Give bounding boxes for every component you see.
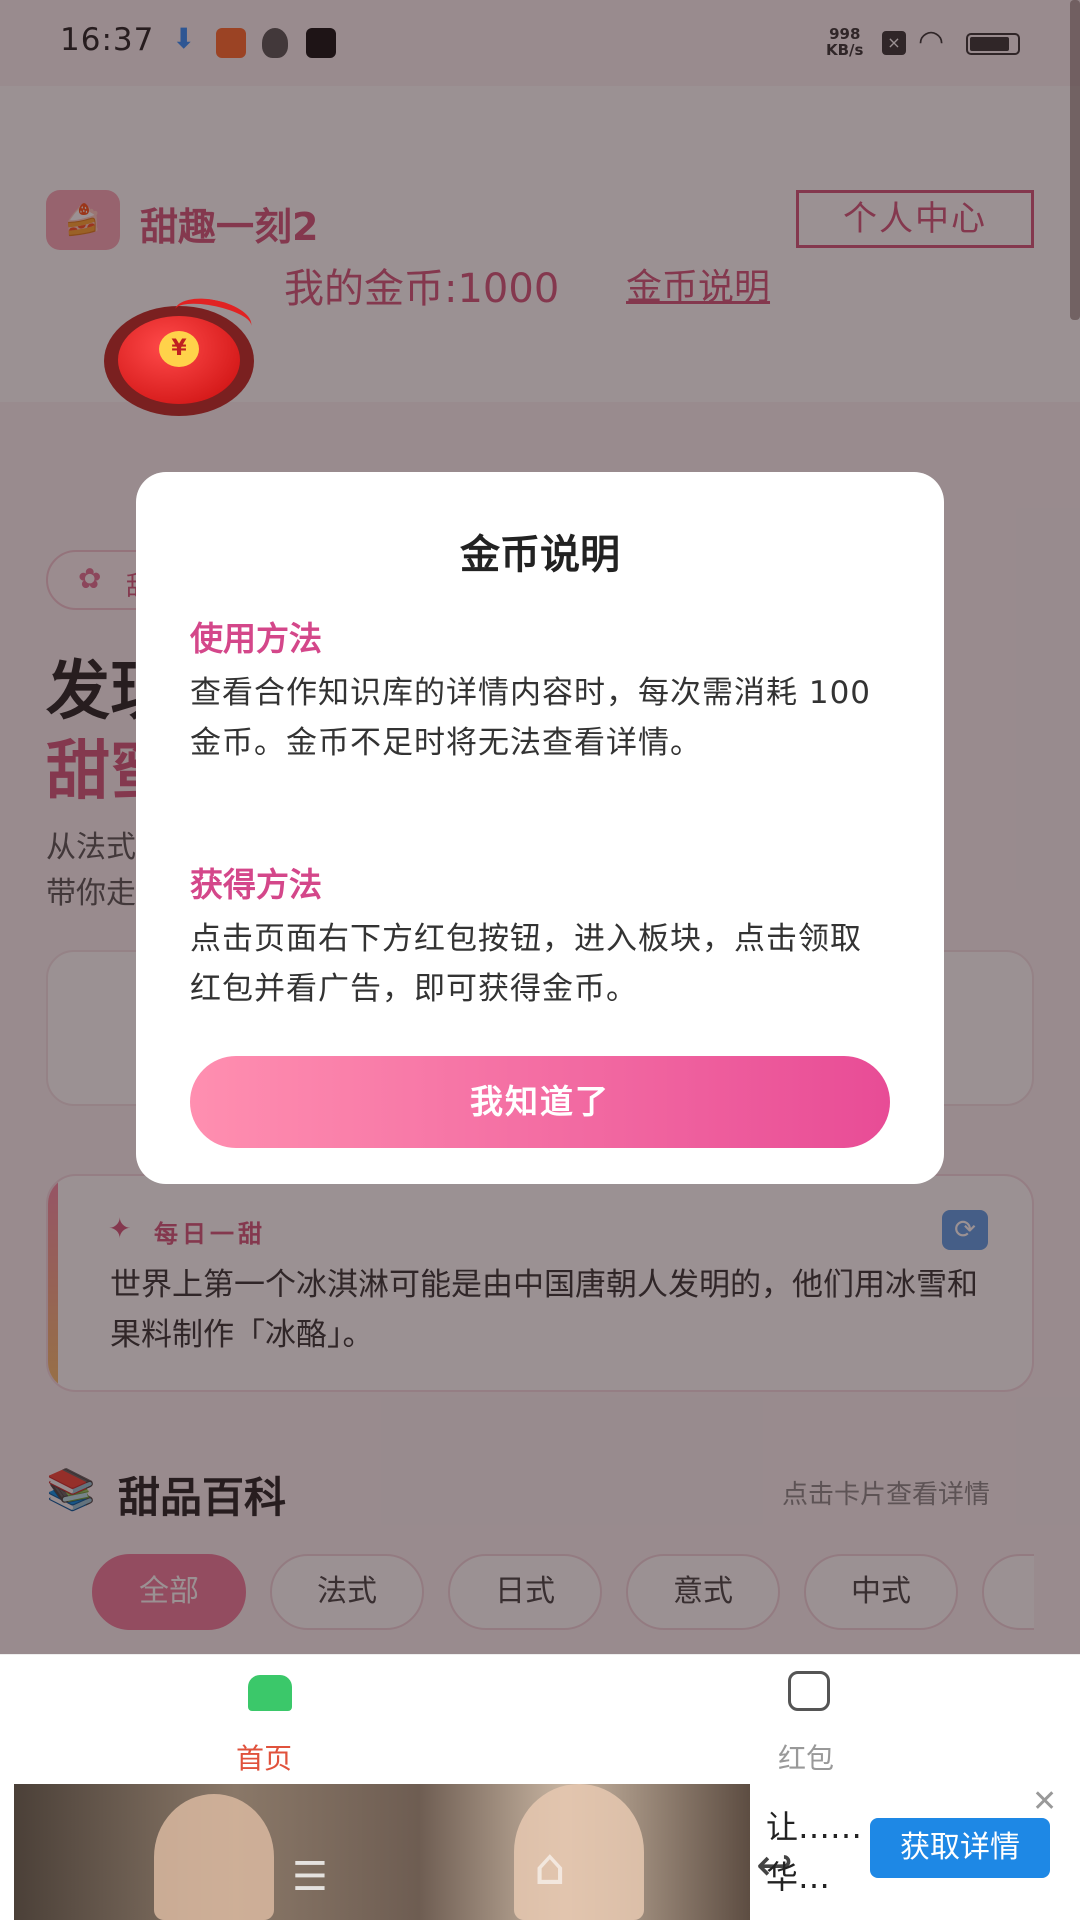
redpacket-nav-icon[interactable] [788,1671,830,1711]
usage-text: 查看合作知识库的详情内容时，每次需消耗 100 金币。金币不足时将无法查看详情。 [190,675,872,761]
ad-banner[interactable]: ☰ ⌂ ↩ 让…… 华… 获取详情 ✕ [0,1784,1080,1920]
home-gesture-icon[interactable]: ⌂ [534,1838,566,1896]
floating-redpacket-button[interactable]: ¥ [104,292,255,416]
ad-cta-button[interactable]: 获取详情 [870,1818,1050,1878]
dialog-title: 金币说明 [460,532,620,578]
close-icon[interactable]: ✕ [1032,1784,1057,1819]
earn-heading: 获得方法 [190,865,322,904]
ad-text: 让…… 华… [766,1808,863,1896]
ad-image[interactable]: ☰ ⌂ [14,1784,750,1920]
scrollbar[interactable] [1070,0,1080,320]
yuan-coin-icon: ¥ [159,331,199,367]
earn-text: 点击页面右下方红包按钮，进入板块，点击领取红包并看广告，即可获得金币。 [190,921,862,1007]
home-icon[interactable] [248,1675,292,1711]
ad-person-image [154,1794,274,1920]
bottom-nav: 首页 红包 [0,1654,1080,1784]
menu-icon[interactable]: ☰ [292,1854,328,1900]
nav-redpacket-label[interactable]: 红包 [778,1737,834,1777]
nav-home-label[interactable]: 首页 [236,1737,292,1777]
confirm-button[interactable]: 我知道了 [190,1056,890,1148]
usage-heading: 使用方法 [190,619,322,658]
coin-help-dialog: 金币说明 使用方法 查看合作知识库的详情内容时，每次需消耗 100 金币。金币不… [136,472,944,1184]
